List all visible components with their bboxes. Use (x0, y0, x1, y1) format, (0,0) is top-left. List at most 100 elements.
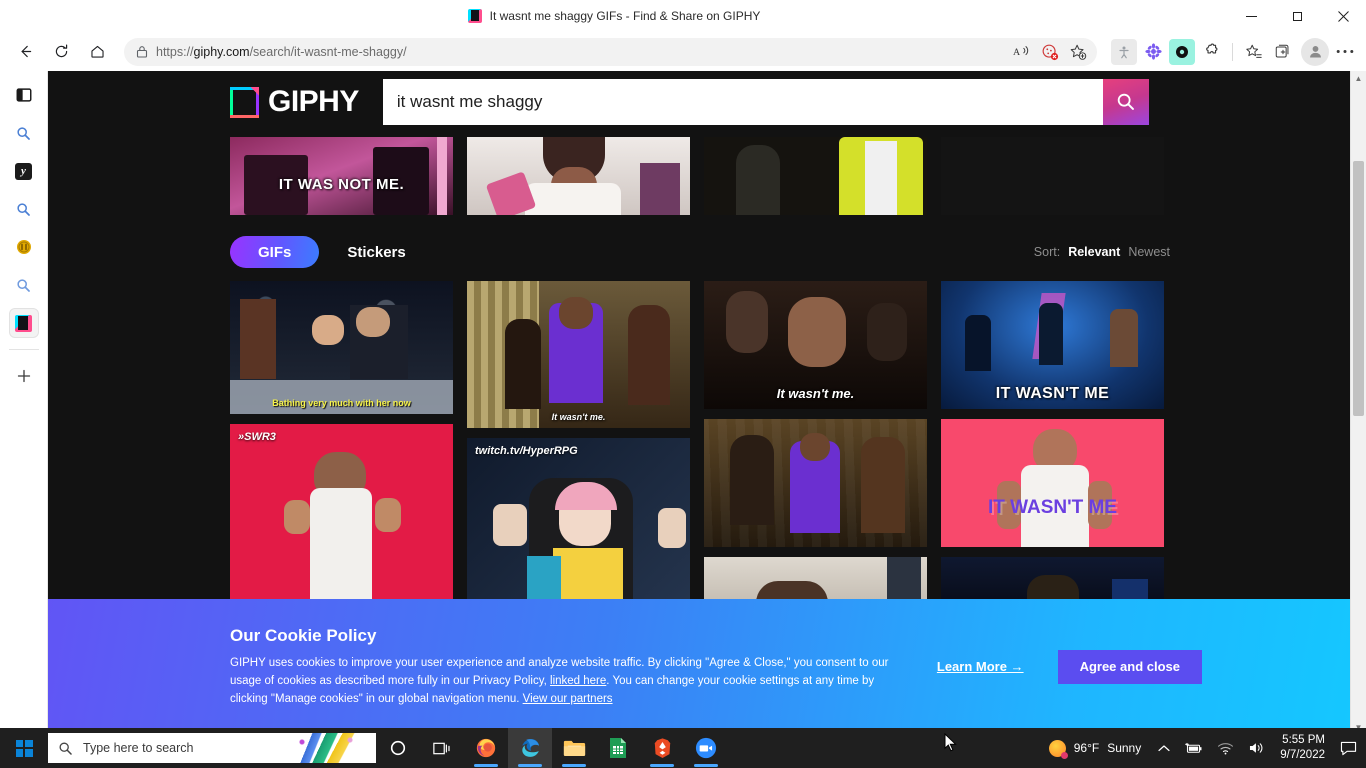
file-explorer-taskbar-button[interactable] (552, 728, 596, 768)
gif-tile-couch-group[interactable] (704, 419, 927, 547)
vtab-dark-site-icon: y (15, 162, 32, 180)
vtab-search-1[interactable] (10, 119, 38, 147)
tracking-prevention-icon[interactable] (1037, 39, 1063, 65)
gif-tile-pink-guy[interactable]: IT WASN'T ME (941, 419, 1164, 547)
edge-taskbar-button[interactable] (508, 728, 552, 768)
svg-text:A: A (1013, 47, 1021, 58)
vtab-gold-coin[interactable] (10, 233, 38, 261)
page-scrollbar[interactable]: ▲ ▼ (1350, 71, 1366, 734)
sort-label: Sort: (1033, 245, 1061, 259)
weather-widget[interactable]: 96°F Sunny (1043, 739, 1152, 759)
battery-icon[interactable] (1177, 728, 1210, 768)
extension-puzzle-icon[interactable] (1198, 39, 1224, 65)
trending-tile-1[interactable]: IT WAS NOT ME. (230, 137, 453, 215)
settings-and-more-icon[interactable] (1332, 39, 1358, 65)
search-input[interactable] (382, 79, 1103, 125)
weather-description: Sunny (1107, 741, 1142, 755)
browser-toolbar: https://giphy.com/search/it-wasnt-me-sha… (0, 32, 1366, 71)
learn-more-link[interactable]: Learn More → (937, 659, 1024, 674)
gif-tile-stage-caption: IT WASN'T ME (995, 385, 1110, 402)
tab-title: It wasnt me shaggy GIFs - Find & Share o… (489, 9, 761, 23)
trending-tile-4[interactable] (941, 137, 1164, 215)
favorites-icon[interactable] (1241, 39, 1267, 65)
search-submit-button[interactable] (1102, 79, 1149, 125)
giphy-favicon-icon (15, 314, 32, 332)
volume-icon[interactable] (1241, 728, 1272, 768)
extension-flower-icon[interactable] (1140, 39, 1166, 65)
scrollbar-thumb[interactable] (1353, 161, 1364, 416)
read-aloud-icon[interactable]: A (1009, 39, 1035, 65)
giphy-logo-text: GIPHY (268, 85, 359, 118)
sort-option-relevant[interactable]: Relevant (1068, 245, 1120, 259)
close-button[interactable] (1320, 0, 1366, 32)
show-hidden-icons-button[interactable] (1151, 728, 1177, 768)
vtab-dark-site[interactable]: y (10, 157, 38, 185)
zoom-taskbar-button[interactable] (684, 728, 728, 768)
tab-stickers[interactable]: Stickers (319, 236, 433, 268)
browser-title-bar: It wasnt me shaggy GIFs - Find & Share o… (0, 0, 1366, 32)
brave-taskbar-button[interactable] (640, 728, 684, 768)
firefox-icon (476, 738, 496, 758)
sort-controls: Sort: Relevant Newest (1034, 245, 1170, 259)
maximize-button[interactable] (1274, 0, 1320, 32)
vtab-toggle-pane-button[interactable] (10, 81, 38, 109)
trending-tile-2[interactable] (467, 137, 690, 215)
url-text: https://giphy.com/search/it-wasnt-me-sha… (156, 44, 407, 59)
tab-strip: It wasnt me shaggy GIFs - Find & Share o… (0, 0, 1228, 32)
home-button[interactable] (80, 37, 114, 67)
folder-icon (563, 740, 585, 756)
sort-option-newest[interactable]: Newest (1128, 245, 1170, 259)
trending-tile-1-caption: IT WAS NOT ME. (278, 176, 405, 193)
extension-1-icon[interactable] (1111, 38, 1137, 65)
profile-avatar[interactable] (1301, 37, 1329, 66)
windows-start-icon (15, 739, 33, 757)
wifi-icon[interactable] (1210, 728, 1241, 768)
gif-tile-stage-blue[interactable]: IT WASN'T ME (941, 281, 1164, 409)
vtab-search-2[interactable] (10, 195, 38, 223)
linked-here-link[interactable]: linked here (550, 675, 606, 687)
vtab-giphy[interactable] (9, 309, 38, 337)
camera-icon (695, 737, 717, 759)
agree-and-close-button[interactable]: Agree and close (1057, 649, 1202, 684)
edge-icon (522, 739, 539, 757)
gif-tile-twitch-hyperrpg[interactable]: twitch.tv/HyperRPG (467, 438, 690, 602)
cortana-button[interactable] (376, 728, 420, 768)
giphy-logo-icon (230, 86, 259, 118)
refresh-button[interactable] (44, 37, 78, 67)
gif-tile-swr3-watermark: »SWR3 (238, 431, 276, 443)
collections-icon[interactable] (1270, 39, 1296, 65)
gif-column-2: It wasn't me. twitch.tv/HyperRPG (467, 281, 690, 602)
clock-time: 5:55 PM (1282, 734, 1325, 746)
view-our-partners-link[interactable]: View our partners (523, 693, 613, 705)
taskbar-search-artwork (280, 733, 376, 763)
gif-tile-swr3[interactable]: »SWR3 (230, 424, 453, 604)
omnibox-actions: A (1009, 39, 1091, 65)
taskbar-search-placeholder: Type here to search (83, 741, 194, 755)
giphy-header: GIPHY (48, 71, 1348, 133)
firefox-taskbar-button[interactable] (464, 728, 508, 768)
giphy-logo[interactable]: GIPHY (230, 85, 359, 119)
giphy-favicon-icon (467, 9, 482, 23)
extension-target-icon[interactable] (1169, 38, 1195, 65)
task-view-button[interactable] (420, 728, 464, 768)
sheets-taskbar-button[interactable] (596, 728, 640, 768)
gif-tile-purple-suit[interactable]: It wasn't me. (467, 281, 690, 428)
gif-tile-shaggy-closeup[interactable]: It wasn't me. (704, 281, 927, 409)
start-button[interactable] (0, 728, 48, 768)
address-bar[interactable]: https://giphy.com/search/it-wasnt-me-sha… (124, 37, 1097, 66)
action-center-button[interactable] (1333, 728, 1364, 768)
taskbar-clock[interactable]: 5:55 PM 9/7/2022 (1272, 733, 1333, 763)
add-favorite-icon[interactable] (1065, 39, 1091, 65)
gif-tile-fallon[interactable]: Bathing very much with her now (230, 281, 453, 414)
taskbar-search-box[interactable]: Type here to search (48, 733, 376, 763)
gif-tile-shaggy-caption: It wasn't me. (776, 386, 855, 401)
tab-gifs[interactable]: GIFs (230, 236, 320, 268)
scroll-up-arrow[interactable]: ▲ (1351, 71, 1366, 85)
vtab-new-tab-button[interactable] (10, 362, 38, 390)
minimize-button[interactable] (1228, 0, 1274, 32)
back-button[interactable] (8, 37, 42, 67)
clock-date: 9/7/2022 (1280, 749, 1325, 761)
vtab-search-3[interactable] (10, 271, 38, 299)
browser-tab[interactable]: It wasnt me shaggy GIFs - Find & Share o… (467, 9, 761, 23)
trending-tile-3[interactable] (704, 137, 927, 215)
